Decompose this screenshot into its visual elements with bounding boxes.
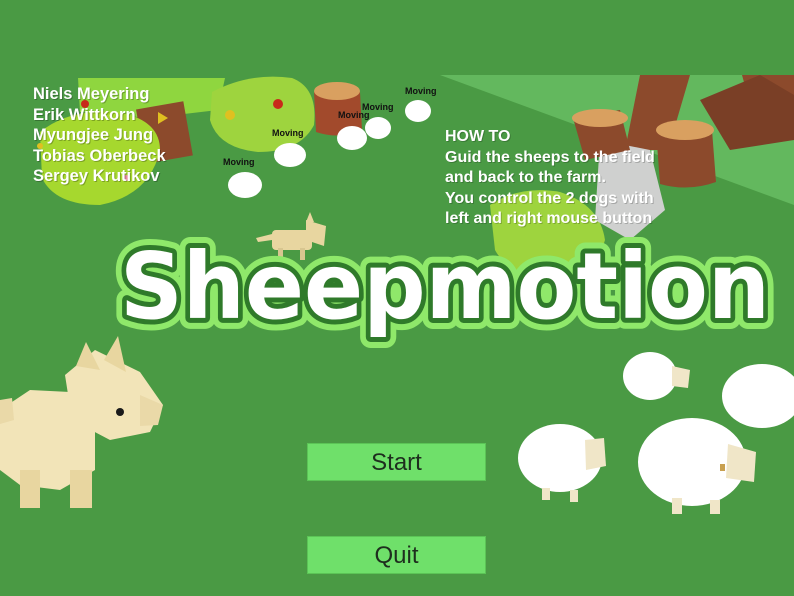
title-text: Sheepmotion <box>120 233 770 340</box>
howto-heading: HOW TO <box>445 128 511 145</box>
howto-panel: HOW TO Guid the sheeps to the field and … <box>445 127 655 230</box>
howto-line: and back to the farm. <box>445 169 606 186</box>
quit-button[interactable]: Quit <box>307 536 486 574</box>
credit-name: Myungjee Jung <box>33 126 154 144</box>
sheep-status-label: Moving <box>272 128 304 138</box>
flower-icon <box>273 99 283 109</box>
tree-icon <box>210 76 315 152</box>
credits-list: Niels Meyering Erik Wittkorn Myungjee Ju… <box>33 84 166 187</box>
sheep-status-label: Moving <box>362 102 394 112</box>
credit-name: Erik Wittkorn <box>33 105 136 124</box>
credit-name: Niels Meyering <box>33 85 150 103</box>
flower-icon <box>225 110 235 120</box>
credit-name: Tobias Oberbeck <box>33 146 166 165</box>
credit-name: Sergey Krutikov <box>33 167 160 185</box>
sheep-status-label: Moving <box>405 86 437 96</box>
howto-line: Guid the sheeps to the field <box>445 148 655 166</box>
game-title: Sheepmotion Sheepmotion Sheepmotion <box>109 232 781 351</box>
howto-line: left and right mouse button <box>445 210 653 227</box>
start-button[interactable]: Start <box>307 443 486 481</box>
howto-line: You control the 2 dogs with <box>445 189 654 207</box>
sheep-status-label: Moving <box>223 157 255 167</box>
